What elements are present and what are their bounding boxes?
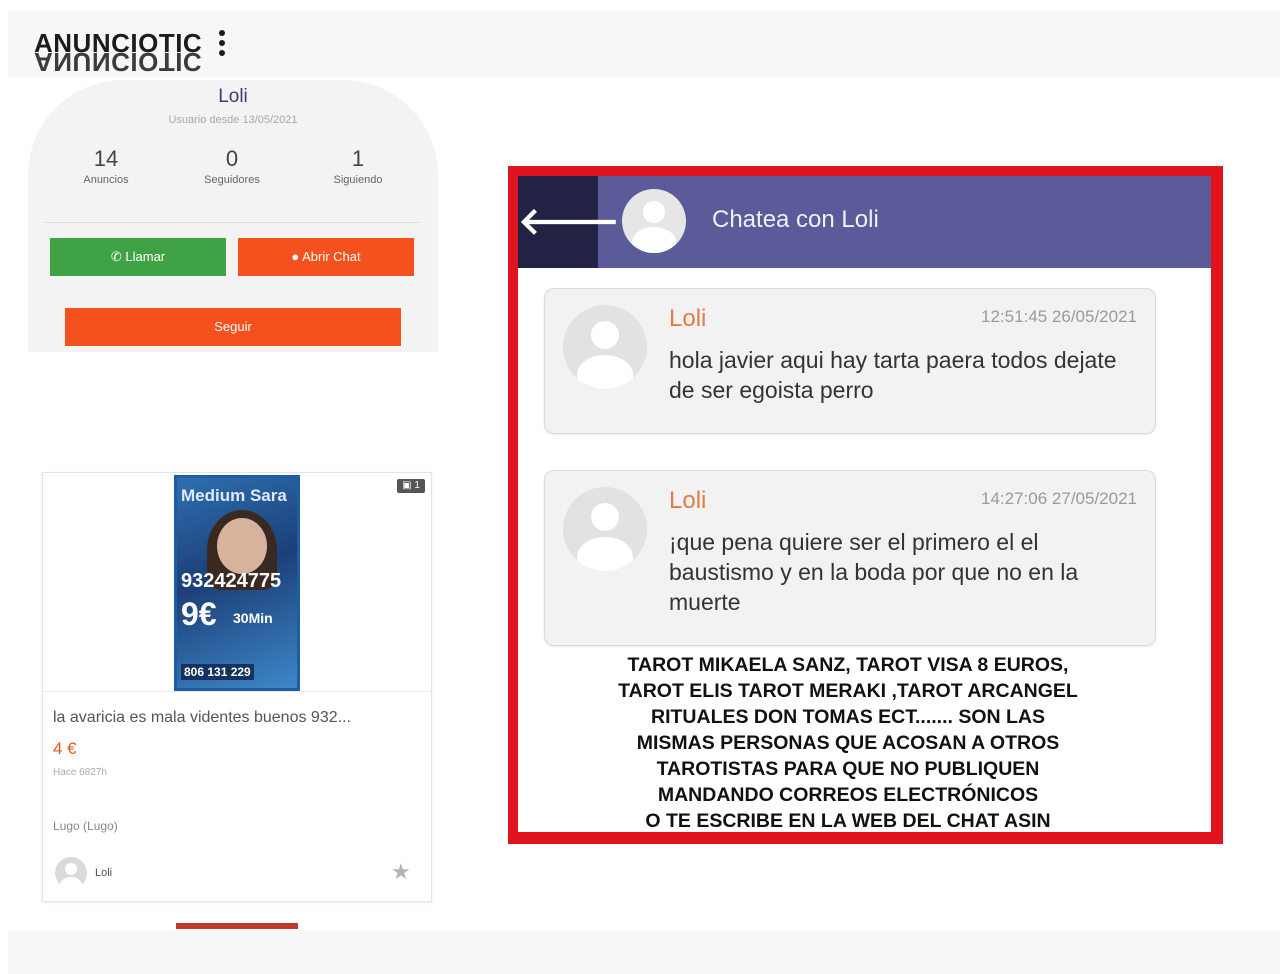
warning-line: TAROTISTAS PARA QUE NO PUBLIQUEN [656,758,1040,780]
image-brand-text: Medium Sara [181,486,287,505]
highlight-frame: 🡐 Chatea con Loli Loli 12:51:45 26/05/20… [508,166,1223,844]
message-author: Loli [669,487,707,514]
warning-line: MANDANDO CORREOS ELECTRÓNICOS [657,784,1039,806]
chat-user-avatar-body [632,227,676,253]
image-phone-text: 932424775 [181,570,282,592]
listing-time: Hace 6827h [53,767,107,778]
message-text: ¡que pena quiere ser el primero el el ba… [669,529,1079,615]
message-text: hola javier aqui hay tarta paera todos d… [669,347,1117,403]
seller-avatar-head [65,863,77,875]
message-time: 14:27:06 27/05/2021 [981,489,1137,508]
listing-image[interactable]: Medium Sara 932424775 9€ 30Min 806 131 2… [174,475,300,691]
follow-button[interactable]: Seguir [65,308,401,346]
message-time: 12:51:45 26/05/2021 [981,307,1137,326]
message-avatar-head [591,321,619,349]
image-phone-bottom-text: 806 131 229 [181,664,254,680]
image-price-text: 9€ [181,596,217,632]
chat-message: Loli 12:51:45 26/05/2021 hola javier aqu… [544,288,1156,434]
site-logo-reflection: ANUNCIOTIC [34,47,203,77]
stat-following-value: 1 [351,146,365,171]
listing-title[interactable]: la avaricia es mala videntes buenos 932.… [53,709,423,727]
chat-panel: 🡐 Chatea con Loli Loli 12:51:45 26/05/20… [518,176,1211,832]
stat-followers-label: Seguidores [204,174,260,186]
profile-card: Loli Usuario desde 13/05/2021 14 Anuncio… [28,80,438,352]
seller-avatar[interactable] [55,857,87,889]
stat-followers[interactable]: 0 Seguidores [172,146,292,186]
warning-line: O TE ESCRIBE EN LA WEB DEL CHAT ASIN [645,810,1051,832]
open-chat-button-label: Abrir Chat [302,249,361,264]
call-button[interactable]: ✆ Llamar [50,238,226,276]
back-arrow-icon[interactable]: 🡐 [518,176,620,268]
message-avatar [563,487,647,571]
warning-line: TAROT MIKAELA SANZ, TAROT VISA 8 EUROS, [627,654,1069,676]
warning-line: TAROT ELIS TAROT MERAKI ,TAROT ARCANGEL [618,680,1078,702]
open-chat-button[interactable]: ● Abrir Chat [238,238,414,276]
message-avatar-body [577,355,633,389]
listing-divider [43,691,431,692]
listing-location: Lugo (Lugo) [53,819,118,833]
image-duration-text: 30Min [233,610,273,626]
stat-followers-value: 0 [225,146,239,171]
seller-name[interactable]: Loli [95,867,112,879]
stat-ads-value: 14 [93,146,119,171]
listing-price: 4 € [53,739,77,758]
logo-dots-icon [219,30,225,60]
warning-line: MISMAS PERSONAS QUE ACOSAN A OTROS [636,732,1060,754]
photo-count-badge: ▣ 1 [397,479,425,493]
seller-avatar-body [60,877,82,889]
warning-overlay-text: TAROT MIKAELA SANZ, TAROT VISA 8 EUROS, … [578,652,1118,832]
image-face-shape [217,518,267,574]
camera-icon: ▣ [402,480,412,491]
listing-card[interactable]: Medium Sara 932424775 9€ 30Min 806 131 2… [42,472,432,902]
stat-ads[interactable]: 14 Anuncios [46,146,166,186]
chat-user-avatar-head [643,201,665,223]
chat-message: Loli 14:27:06 27/05/2021 ¡que pena quier… [544,470,1156,646]
footer-bar [8,930,1280,974]
stat-following-label: Siguiendo [333,174,383,186]
warning-line: RITUALES DON TOMAS ECT....... SON LAS [651,706,1045,728]
chat-title: Chatea con Loli [712,206,879,233]
message-author: Loli [669,305,707,332]
message-avatar-head [591,503,619,531]
photo-count: 1 [414,480,420,491]
profile-name[interactable]: Loli [28,86,438,108]
message-avatar [563,305,647,389]
stat-following[interactable]: 1 Siguiendo [298,146,418,186]
favorite-star-icon[interactable]: ★ [391,859,411,885]
pagination-indicator [176,923,298,929]
phone-icon: ✆ [110,249,122,264]
chat-user-avatar [622,189,686,253]
message-avatar-body [577,537,633,571]
member-since: Usuario desde 13/05/2021 [168,114,298,126]
profile-divider [44,222,420,223]
stat-ads-label: Anuncios [83,174,129,186]
call-button-label: Llamar [125,249,166,264]
chat-header: 🡐 Chatea con Loli [518,176,1211,268]
chat-bubble-icon: ● [291,249,300,264]
